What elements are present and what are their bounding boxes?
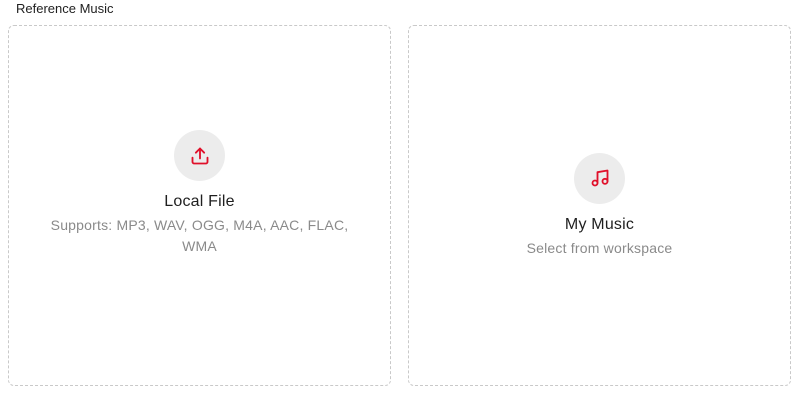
music-note-icon: [590, 168, 610, 188]
local-file-subtitle: Supports: MP3, WAV, OGG, M4A, AAC, FLAC,…: [50, 217, 349, 254]
my-music-title: My Music: [564, 215, 635, 233]
my-music-icon-circle: [574, 152, 625, 204]
section-label: Reference Music: [16, 1, 114, 16]
my-music-card[interactable]: My Music Select from workspace: [408, 25, 791, 386]
upload-icon: [190, 146, 210, 166]
reference-music-panel: Reference Music Local File Supports: MP3…: [0, 0, 801, 401]
my-music-subtitle: Select from workspace: [526, 239, 673, 256]
local-file-title: Local File: [164, 193, 235, 210]
local-file-icon-circle: [174, 130, 225, 181]
local-file-card[interactable]: Local File Supports: MP3, WAV, OGG, M4A,…: [8, 25, 391, 386]
